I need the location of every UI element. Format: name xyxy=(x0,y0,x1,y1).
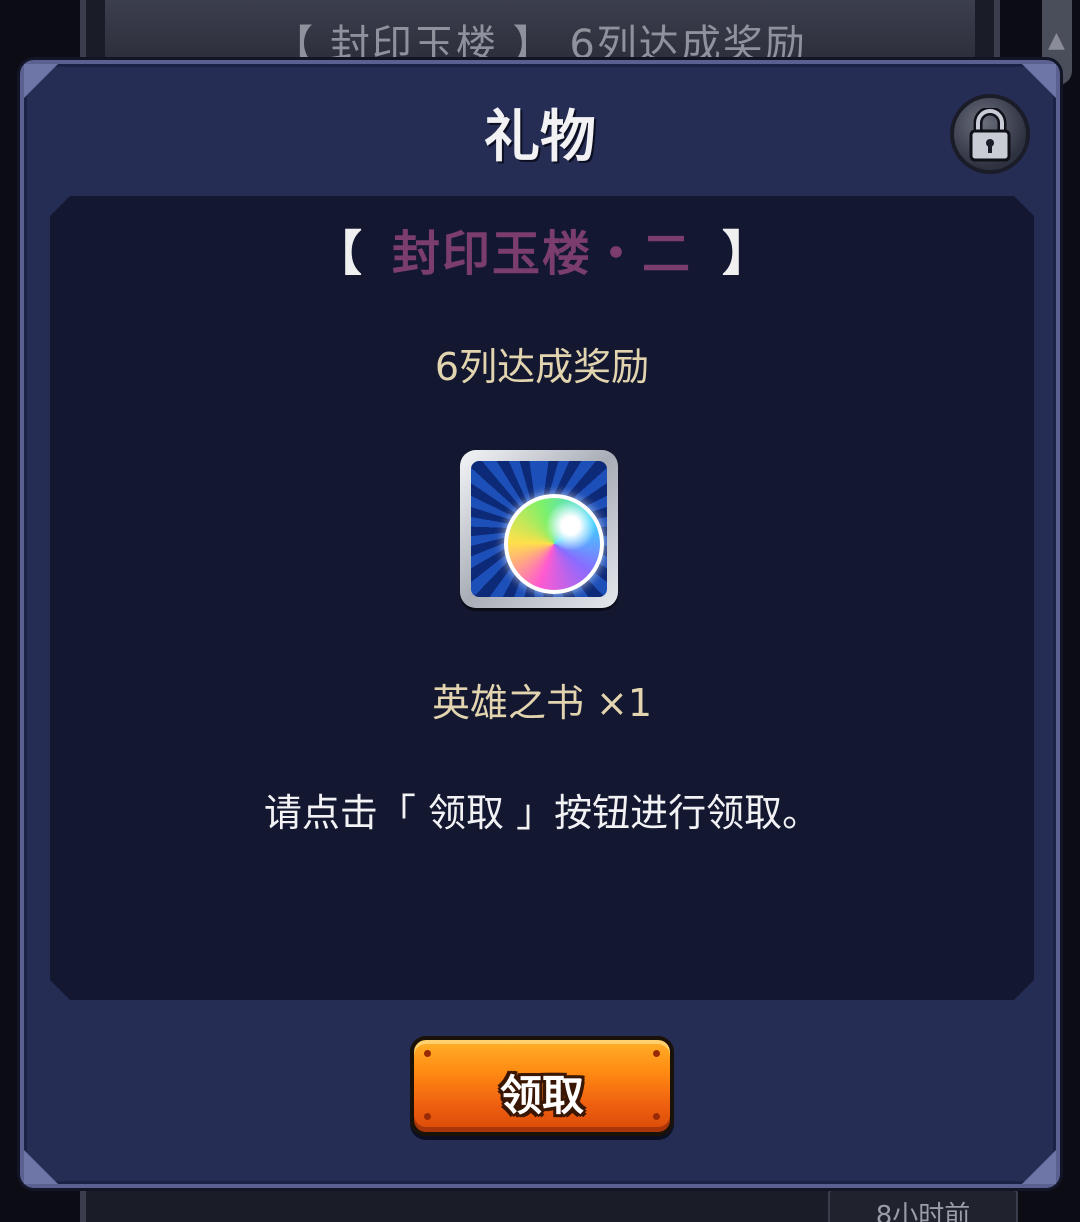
dialog-title: 礼物 xyxy=(484,105,596,170)
rainbow-orb-icon xyxy=(504,494,604,594)
reward-item-frame xyxy=(460,450,618,608)
scroll-up-icon: ▲ xyxy=(1048,28,1065,53)
lock-button[interactable] xyxy=(950,94,1030,174)
reward-item-background xyxy=(471,461,607,597)
claim-button[interactable]: 领取 xyxy=(410,1036,674,1136)
corner-decoration xyxy=(1022,1150,1056,1184)
lock-icon xyxy=(969,108,1011,162)
reward-subtitle: 6列达成奖励 xyxy=(434,345,650,389)
claim-instruction: 请点击「 领取 」按钮进行领取。 xyxy=(263,791,821,835)
reward-item-label: 英雄之书 ×1 xyxy=(431,681,653,725)
quest-name: 封印玉楼・二 xyxy=(391,226,692,282)
dialog-content-panel: 【封印玉楼・二】 6列达成奖励 英雄之书 ×1 请点击「 领取 」按钮进行领取。 xyxy=(50,196,1034,1000)
button-rivet xyxy=(424,1050,431,1057)
button-rivet xyxy=(653,1050,660,1057)
quest-bracket-open: 【 xyxy=(313,226,362,282)
claim-button-label: 领取 xyxy=(499,1071,584,1120)
quest-bracket-close: 】 xyxy=(722,226,771,282)
background-timestamp: 8小时前 xyxy=(828,1188,1018,1222)
quest-title: 【封印玉楼・二】 xyxy=(50,214,1034,284)
gift-dialog: 礼物 【封印玉楼・二】 6列达成奖励 英雄之书 ×1 请点击「 领取 」按钮进行… xyxy=(20,60,1060,1188)
corner-decoration xyxy=(24,1150,58,1184)
